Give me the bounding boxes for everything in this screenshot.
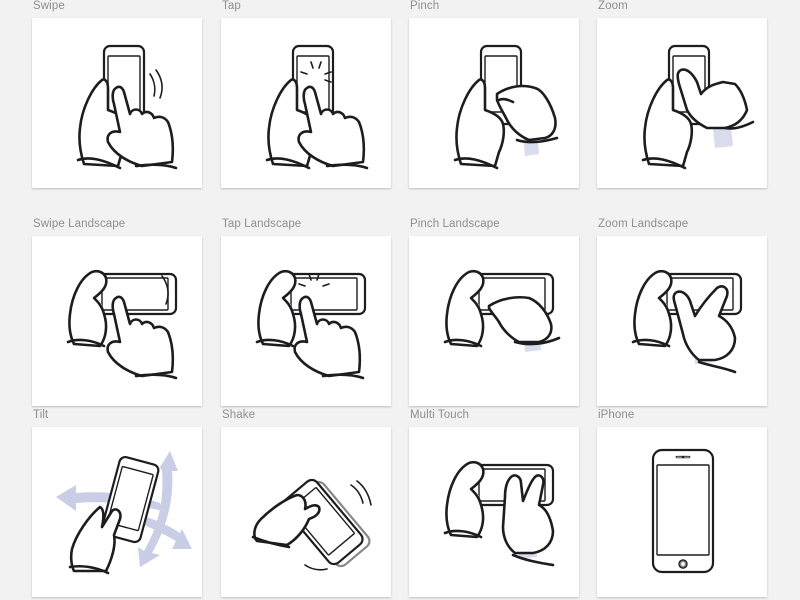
- gesture-label: Multi Touch: [410, 409, 470, 421]
- gesture-zoom-landscape[interactable]: Zoom Landscape: [597, 218, 767, 406]
- tap-landscape-gesture-icon[interactable]: [221, 236, 391, 406]
- gesture-tilt[interactable]: Tilt: [32, 409, 202, 597]
- gesture-label: Tilt: [33, 409, 49, 421]
- gesture-tap-landscape[interactable]: Tap Landscape: [221, 218, 391, 406]
- shake-gesture-icon[interactable]: [221, 427, 391, 597]
- gesture-pinch-landscape[interactable]: Pinch Landscape: [409, 218, 579, 406]
- gesture-iphone[interactable]: iPhone: [597, 409, 767, 597]
- pinch-landscape-gesture-icon[interactable]: [409, 236, 579, 406]
- gesture-label: Zoom: [598, 0, 628, 12]
- gesture-pinch[interactable]: Pinch: [409, 0, 579, 188]
- tap-gesture-icon[interactable]: [221, 18, 391, 188]
- gesture-label: Swipe: [33, 0, 65, 12]
- gesture-swipe-landscape[interactable]: Swipe Landscape: [32, 218, 202, 406]
- gesture-label: Zoom Landscape: [598, 218, 689, 230]
- tilt-gesture-icon[interactable]: [32, 427, 202, 597]
- gesture-label: Pinch Landscape: [410, 218, 500, 230]
- gesture-swipe[interactable]: Swipe: [32, 0, 202, 188]
- gesture-label: Swipe Landscape: [33, 218, 126, 230]
- gesture-label: iPhone: [598, 409, 635, 421]
- gesture-label: Tap: [222, 0, 241, 12]
- multi-touch-gesture-icon[interactable]: [409, 427, 579, 597]
- gesture-label: Pinch: [410, 0, 440, 12]
- pinch-gesture-icon[interactable]: [409, 18, 579, 188]
- gesture-shake[interactable]: Shake: [221, 409, 391, 597]
- iphone-device-icon[interactable]: [597, 427, 767, 597]
- zoom-gesture-icon[interactable]: [597, 18, 767, 188]
- swipe-gesture-icon[interactable]: [32, 18, 202, 188]
- gesture-multi-touch[interactable]: Multi Touch: [409, 409, 579, 597]
- gesture-zoom[interactable]: Zoom: [597, 0, 767, 188]
- swipe-landscape-gesture-icon[interactable]: [32, 236, 202, 406]
- gesture-tap[interactable]: Tap: [221, 0, 391, 188]
- gesture-label: Tap Landscape: [222, 218, 302, 230]
- zoom-landscape-gesture-icon[interactable]: [597, 236, 767, 406]
- gesture-label: Shake: [222, 409, 256, 421]
